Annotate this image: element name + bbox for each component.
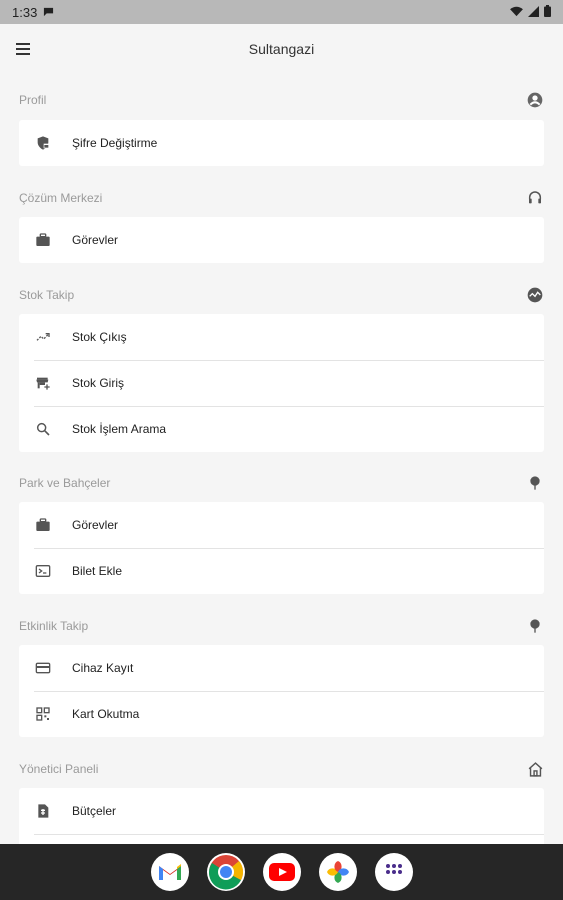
youtube-icon[interactable] [262,853,301,891]
shield-lock-icon [34,134,52,152]
menu-item-stok-cikis[interactable]: Stok Çıkış [19,314,544,360]
section-title: Çözüm Merkezi [19,191,103,205]
app-bar: Sultangazi [0,24,563,74]
section-header-etkinlik-takip: Etkinlik Takip [19,616,544,636]
tree-icon [526,617,544,635]
menu-item-label: Kart Okutma [72,707,140,721]
status-bar: 1:33 [0,0,563,24]
store-add-icon [34,374,52,392]
menu-item-label: Stok Giriş [72,376,125,390]
menu-item-label: Görevler [72,233,119,247]
menu-item-stok-islem-arama[interactable]: Stok İşlem Arama [19,406,544,452]
section-header-park-ve-bahceler: Park ve Bahçeler [19,473,544,493]
section-title: Yönetici Paneli [19,762,99,776]
menu-item-label: Cihaz Kayıt [72,661,134,675]
notification-icon [43,5,54,20]
account-circle-icon [526,91,544,109]
menu-item-label: Stok Çıkış [72,330,127,344]
menu-item-sifre-degistirme[interactable]: Şifre Değiştirme [19,120,544,166]
app-drawer-icon[interactable] [374,853,413,891]
section-header-stok-takip: Stok Takip [19,285,544,305]
terminal-box-icon [34,562,52,580]
menu-item-gorevler[interactable]: Görevler [19,217,544,263]
menu-item-kart-okutma[interactable]: Kart Okutma [19,691,544,737]
menu-item-label: Görevler [72,518,119,532]
chrome-icon[interactable] [206,853,245,891]
qr-code-icon [34,705,52,723]
headset-icon [526,189,544,207]
card-profil: Şifre Değiştirme [19,120,544,166]
battery-icon [544,4,551,20]
card-stok-takip: Stok Çıkış Stok Giriş Stok İşlem Arama [19,314,544,452]
menu-item-stok-giris[interactable]: Stok Giriş [19,360,544,406]
section-title: Profil [19,93,47,107]
menu-item[interactable] [19,834,544,844]
gmail-icon[interactable] [150,853,189,891]
menu-list[interactable]: Profil Şifre Değiştirme Çözüm Merkezi Gö… [0,74,563,844]
menu-item-label: Bilet Ekle [72,564,123,578]
signal-icon [528,5,539,20]
search-icon [34,420,52,438]
status-time: 1:33 [12,4,38,20]
menu-item-label: Stok İşlem Arama [72,422,167,436]
section-header-yonetici-paneli: Yönetici Paneli [19,759,544,779]
section-header-profil: Profil [19,90,544,110]
card-etkinlik-takip: Cihaz Kayıt Kart Okutma [19,645,544,737]
section-header-cozum-merkezi: Çözüm Merkezi [19,188,544,208]
menu-item-bilet-ekle[interactable]: Bilet Ekle [19,548,544,594]
menu-item-gorevler[interactable]: Görevler [19,502,544,548]
card-park-ve-bahceler: Görevler Bilet Ekle [19,502,544,594]
section-title: Park ve Bahçeler [19,476,111,490]
tree-icon [526,474,544,492]
section-title: Stok Takip [19,288,75,302]
credit-card-icon [34,659,52,677]
menu-item-label: Şifre Değiştirme [72,136,158,150]
briefcase-icon [34,516,52,534]
navigation-bar [0,844,563,900]
chart-circle-icon [526,286,544,304]
photos-icon[interactable] [318,853,357,891]
menu-item-cihaz-kayit[interactable]: Cihaz Kayıt [19,645,544,691]
briefcase-icon [34,231,52,249]
card-cozum-merkezi: Görevler [19,217,544,263]
menu-item-butceler[interactable]: Bütçeler [19,788,544,834]
hamburger-menu-icon[interactable] [16,40,38,58]
section-title: Etkinlik Takip [19,619,89,633]
trending-icon [34,328,52,346]
home-icon [526,760,544,778]
wifi-icon [510,5,523,20]
menu-item-label: Bütçeler [72,804,117,818]
card-yonetici-paneli: Bütçeler [19,788,544,844]
document-icon [34,802,52,820]
app-title: Sultangazi [248,41,315,57]
